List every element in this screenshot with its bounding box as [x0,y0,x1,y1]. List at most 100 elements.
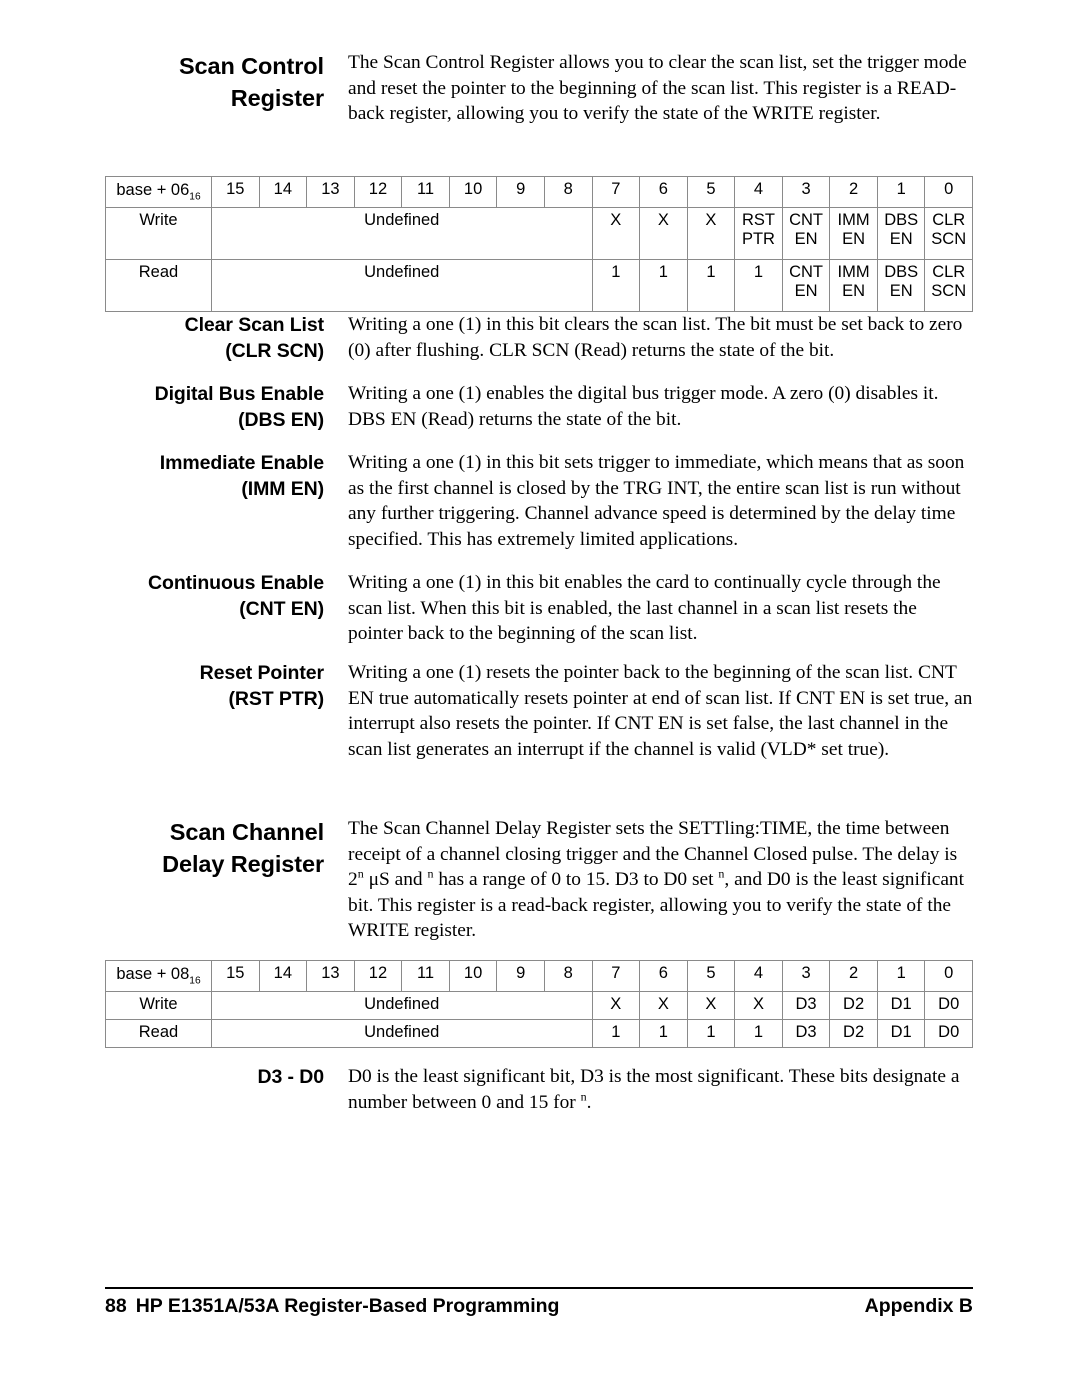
bit-header: 9 [496,960,545,992]
table-header-row: base + 0616 15 14 13 12 11 10 9 8 7 6 5 … [105,176,973,208]
heading-line: D3 - D0 [257,1066,325,1088]
table-header-row: base + 0816 15 14 13 12 11 10 9 8 7 6 5 … [105,960,973,992]
address-label: base + 0616 [105,176,212,208]
bit-header: 3 [781,176,831,208]
section-body: D0 is the least significant bit, D3 is t… [348,1064,973,1115]
bit-header: 10 [448,176,498,208]
bit-cell: IMM EN [829,207,878,260]
bit-header: 2 [829,960,878,992]
heading-line: (CLR SCN) [225,340,324,362]
bit-header: 15 [211,176,260,208]
bit-cell: X [639,991,688,1020]
bit-cell: D2 [829,1019,878,1048]
bit-header: 12 [353,960,403,992]
heading-line: (CNT EN) [239,598,324,620]
bit-header: 13 [306,176,355,208]
section-heading: Continuous Enable (CNT EN) [105,570,348,622]
page-number: 88 [105,1295,127,1317]
undefined-span: Undefined [211,1019,593,1048]
section-heading: Scan Channel Delay Register [105,816,348,880]
table-row-read: Read Undefined 1 1 1 1 CNT EN IMM EN DBS EN… [105,259,973,312]
section-d3-d0: D3 - D0 D0 is the least significant bit,… [105,1064,973,1115]
bit-cell: 1 [639,259,688,312]
section-scan-control-register: Scan Control Register The Scan Control R… [105,50,973,127]
bit-cell: 1 [686,1019,736,1048]
bit-cell: 1 [686,259,736,312]
section-immediate-enable: Immediate Enable (IMM EN) Writing a one … [105,450,973,552]
section-body: Writing a one (1) resets the pointer bac… [348,660,973,762]
bit-cell: CLR SCN [924,259,973,312]
document-page: Scan Control Register The Scan Control R… [0,0,1080,1397]
heading-line: Delay Register [162,851,324,877]
bit-header: 7 [591,960,641,992]
bit-header: 1 [876,176,926,208]
section-body: The Scan Channel Delay Register sets the… [348,816,973,944]
bit-header: 10 [448,960,498,992]
footer-divider [105,1287,973,1289]
bit-cell: X [686,207,736,260]
section-reset-pointer: Reset Pointer (RST PTR) Writing a one (1… [105,660,973,762]
section-heading: D3 - D0 [105,1064,348,1090]
footer-left: 88 HP E1351A/53A Register-Based Programm… [105,1295,559,1318]
footer-title: HP E1351A/53A Register-Based Programming [135,1295,560,1317]
body-paragraph: Writing a one (1) enables the digital bu… [348,383,939,430]
bit-cell: D3 [781,991,831,1020]
table-body: base + 0616 15 14 13 12 11 10 9 8 7 6 5 … [105,176,973,312]
bit-header: 7 [591,176,641,208]
heading-line: (DBS EN) [238,409,324,431]
bit-cell: 1 [734,259,783,312]
bit-header: 6 [639,960,688,992]
section-heading: Scan Control Register [105,50,348,114]
section-scan-channel-delay-register: Scan Channel Delay Register The Scan Cha… [105,816,973,944]
section-heading: Reset Pointer (RST PTR) [105,660,348,712]
bit-cell: 1 [639,1019,688,1048]
bit-cell: CLR SCN [924,207,973,260]
heading-line: Digital Bus Enable [154,383,325,405]
heading-line: Reset Pointer [199,662,325,684]
bit-cell: IMM EN [829,259,878,312]
body-paragraph: Writing a one (1) in this bit enables th… [348,572,941,645]
heading-line: (RST PTR) [228,688,324,710]
bit-cell: D2 [829,991,878,1020]
bit-header: 9 [496,176,545,208]
heading-line: Immediate Enable [159,452,324,474]
bit-cell: D1 [876,991,926,1020]
body-paragraph: D0 is the least significant bit, D3 is t… [348,1066,960,1113]
section-body: The Scan Control Register allows you to … [348,50,973,127]
bit-cell: CNT EN [781,259,831,312]
table-body: base + 0816 15 14 13 12 11 10 9 8 7 6 5 … [105,960,973,1048]
page-footer: 88 HP E1351A/53A Register-Based Programm… [105,1295,973,1318]
section-continuous-enable: Continuous Enable (CNT EN) Writing a one… [105,570,973,647]
bit-cell: D0 [924,1019,973,1048]
body-paragraph: The Scan Control Register allows you to … [348,52,967,125]
heading-line: Scan Channel [169,819,324,845]
bit-header: 11 [401,176,450,208]
undefined-span: Undefined [211,207,593,260]
bit-cell: DBS EN [876,207,926,260]
bit-header: 8 [543,960,593,992]
section-body: Writing a one (1) in this bit enables th… [348,570,973,647]
footer-appendix: Appendix B [864,1295,973,1317]
bit-cell: X [734,991,783,1020]
bit-cell: X [639,207,688,260]
heading-line: Continuous Enable [148,572,324,594]
undefined-span: Undefined [211,259,593,312]
bit-cell: D0 [924,991,973,1020]
bit-header: 4 [734,960,783,992]
body-paragraph: Writing a one (1) resets the pointer bac… [348,662,973,760]
bit-header: 14 [258,176,308,208]
bit-header: 11 [401,960,450,992]
section-digital-bus-enable: Digital Bus Enable (DBS EN) Writing a on… [105,381,973,433]
section-body: Writing a one (1) in this bit clears the… [348,312,973,363]
row-label: Write [105,991,212,1020]
heading-line: Scan Control [178,53,324,79]
scan-control-register-table: base + 0616 15 14 13 12 11 10 9 8 7 6 5 … [105,176,973,312]
section-body: Writing a one (1) in this bit sets trigg… [348,450,973,552]
row-label: Read [105,259,212,312]
heading-line: (IMM EN) [241,478,324,500]
table-row-write: Write Undefined X X X RST PTR CNT EN IMM EN… [105,207,973,260]
body-paragraph: Writing a one (1) in this bit clears the… [348,314,963,361]
bit-cell: X [591,207,641,260]
bit-header: 1 [876,960,926,992]
bit-header: 2 [829,176,878,208]
